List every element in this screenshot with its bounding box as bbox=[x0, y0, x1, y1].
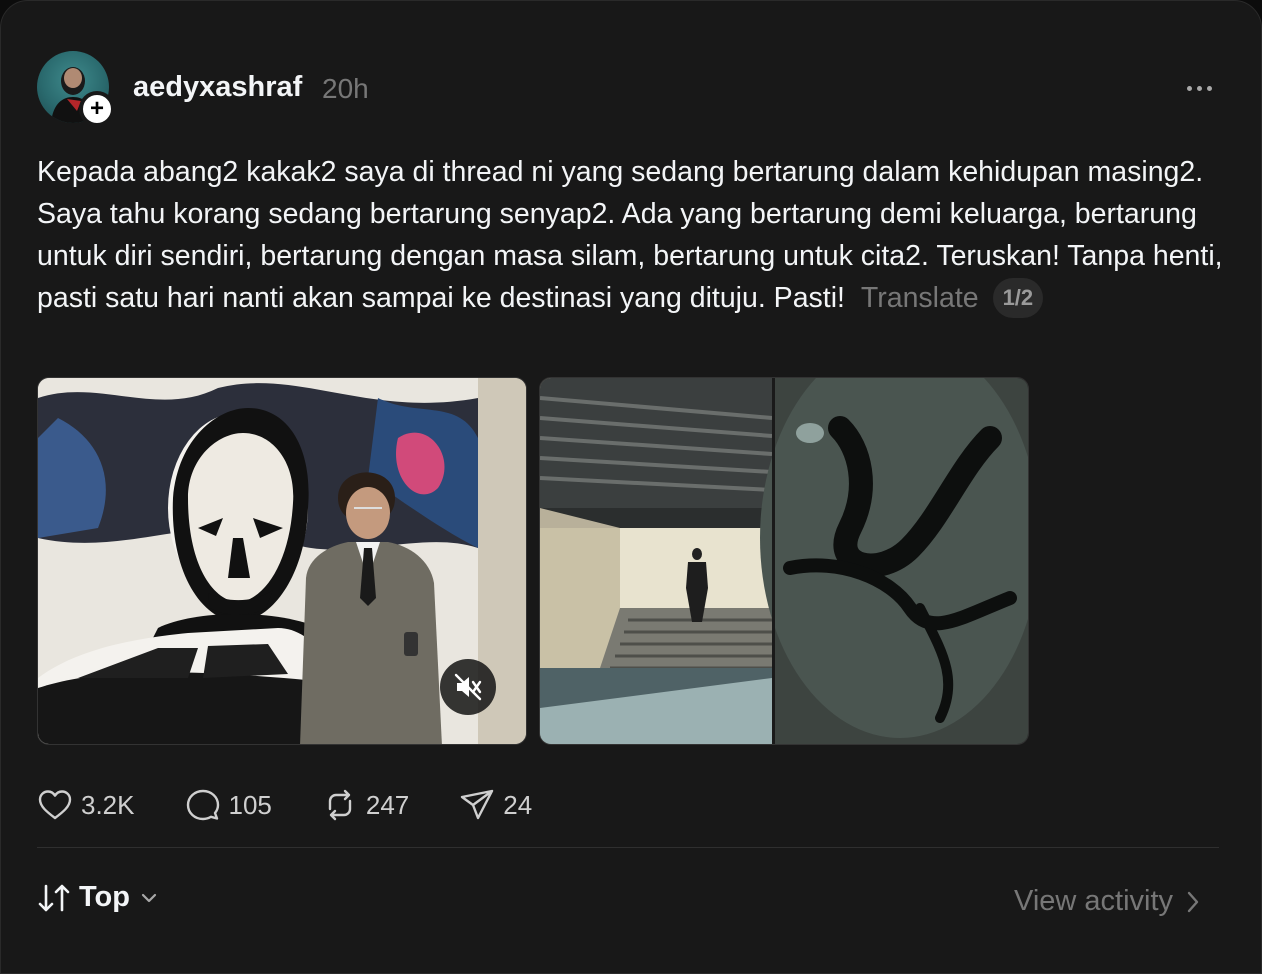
follow-plus-icon[interactable]: + bbox=[79, 91, 115, 127]
repost-button[interactable]: 247 bbox=[322, 787, 409, 823]
translate-link[interactable]: Translate bbox=[861, 282, 979, 314]
share-count: 24 bbox=[503, 789, 533, 820]
view-activity-link[interactable]: View activity bbox=[1014, 885, 1201, 918]
thread-post-card: + aedyxashraf 20h Kepada abang2 kakak2 s… bbox=[0, 0, 1262, 974]
sort-label: Top bbox=[79, 881, 130, 913]
repost-count: 247 bbox=[365, 789, 410, 820]
post-text: Kepada abang2 kakak2 saya di thread ni y… bbox=[37, 156, 1223, 314]
reply-button[interactable]: 105 bbox=[185, 787, 272, 823]
post-video[interactable] bbox=[37, 377, 527, 745]
like-count: 3.2K bbox=[81, 789, 135, 820]
divider bbox=[37, 847, 1219, 848]
view-activity-label: View activity bbox=[1014, 885, 1174, 917]
reply-count: 105 bbox=[228, 789, 272, 820]
share-icon bbox=[461, 789, 494, 820]
chevron-down-icon bbox=[141, 893, 157, 902]
username[interactable]: aedyxashraf bbox=[133, 71, 302, 104]
more-icon[interactable] bbox=[1179, 77, 1219, 99]
like-button[interactable]: 3.2K bbox=[37, 787, 135, 823]
chevron-right-icon bbox=[1187, 891, 1199, 912]
post-image[interactable] bbox=[539, 377, 1029, 745]
post-body: Kepada abang2 kakak2 saya di thread ni y… bbox=[37, 151, 1227, 319]
share-button[interactable]: 24 bbox=[459, 787, 532, 823]
heart-icon bbox=[38, 790, 72, 820]
post-actions: 3.2K 105 247 24 bbox=[37, 783, 582, 827]
post-timestamp: 20h bbox=[322, 73, 369, 104]
mute-icon[interactable] bbox=[440, 659, 496, 715]
repost-icon bbox=[328, 789, 352, 821]
sort-dropdown[interactable]: Top bbox=[37, 881, 160, 914]
comment-icon bbox=[186, 789, 219, 821]
page-indicator: 1/2 bbox=[992, 278, 1044, 318]
sort-icon bbox=[38, 884, 70, 911]
